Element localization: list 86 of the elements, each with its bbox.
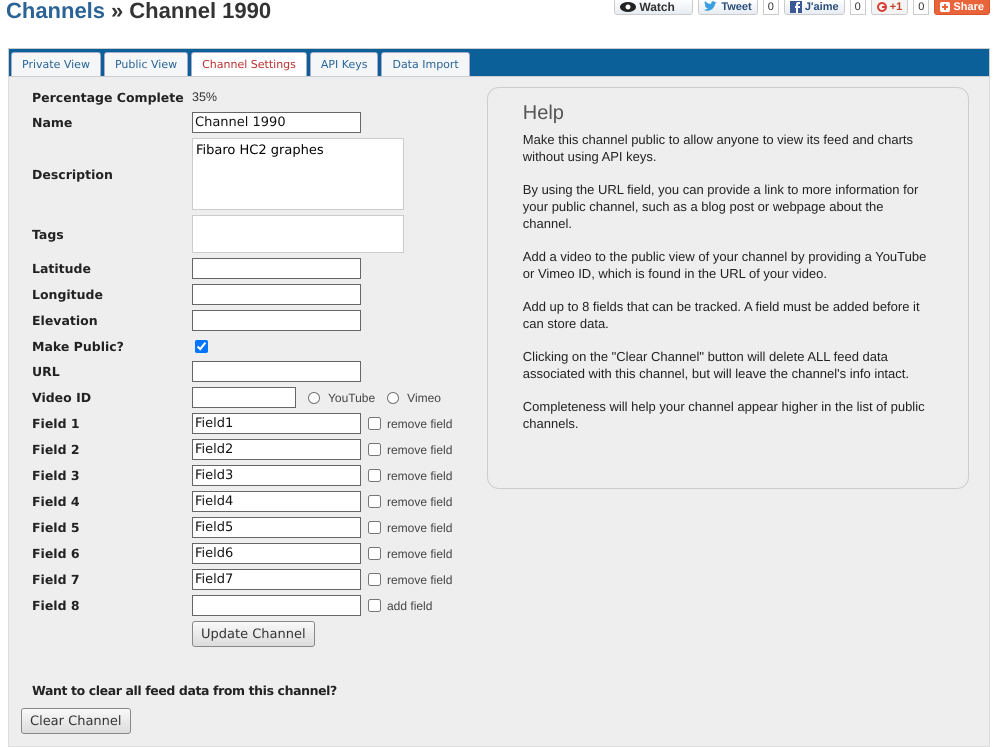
share-count: 0 (762, 0, 779, 15)
radio-button[interactable] (308, 392, 320, 404)
checkbox[interactable] (368, 573, 381, 586)
checkbox-label: remove field (387, 520, 452, 534)
field-label: Field 1 (32, 416, 81, 431)
help-text: Completeness will help your channel appear higher in the list of public channels. (522, 398, 926, 432)
field-label: Field 8 (32, 598, 81, 613)
radio-label: Vimeo (407, 390, 441, 404)
tab[interactable]: API Keys (310, 52, 378, 76)
tags-field[interactable] (192, 215, 404, 253)
field-label: Percentage Complete (32, 90, 185, 104)
checkbox[interactable] (368, 469, 381, 482)
checkbox[interactable] (368, 443, 381, 456)
checkbox-label: remove field (387, 546, 452, 560)
field-label: Field 4 (32, 494, 81, 509)
field-name-input[interactable]: Field6 (192, 543, 361, 564)
checkbox[interactable] (195, 340, 208, 352)
field-name-input[interactable]: Field2 (192, 439, 361, 460)
field-label: Video ID (32, 390, 92, 405)
checkbox-label: add field (387, 598, 432, 612)
update-channel-button[interactable]: Update Channel (192, 621, 315, 647)
page-title: Channel 1990 (129, 0, 272, 24)
video-id-field[interactable] (192, 387, 296, 408)
radio-button[interactable] (387, 392, 400, 404)
help-text: Add up to 8 fields that can be tracked. A field must be added before it can store data. (522, 298, 921, 332)
plus-icon (940, 2, 950, 12)
field-label: Longitude (32, 287, 104, 302)
field-label: Latitude (32, 261, 92, 276)
checkbox[interactable] (368, 417, 381, 430)
checkbox-label: remove field (387, 442, 452, 456)
plusone-button[interactable]: +1 (870, 0, 908, 15)
like-button[interactable]: J'aime (784, 0, 845, 15)
clear-channel-button[interactable]: Clear Channel (21, 708, 131, 734)
percentage-value: 35% (192, 90, 218, 104)
field-label: URL (32, 364, 61, 379)
help-text: Make this channel public to allow anyone to view its feed and charts without using API keys. (522, 131, 914, 165)
help-text: Clicking on the "Clear Channel" button will delete ALL feed data associated with this channel, but will leave the channel's info intact. (522, 348, 910, 382)
share-count: 0 (913, 0, 930, 15)
checkbox-label: remove field (387, 416, 452, 430)
field-name-input[interactable]: Field4 (192, 491, 361, 512)
facebook-icon (790, 0, 802, 12)
field-name-input[interactable]: Field5 (192, 517, 361, 538)
text-field[interactable] (192, 361, 361, 382)
checkbox[interactable] (368, 599, 381, 612)
tab[interactable]: Public View (104, 52, 188, 76)
field-name-input[interactable]: Field1 (192, 413, 361, 434)
tab[interactable]: Data Import (381, 52, 470, 76)
field-label: Field 5 (32, 520, 81, 535)
help-title: Help (522, 102, 565, 125)
field-name-input[interactable]: Field7 (192, 569, 361, 590)
field-label: Field 7 (32, 572, 81, 587)
checkbox-label: remove field (387, 468, 452, 482)
channels-link[interactable]: Channels (6, 0, 106, 24)
breadcrumb-separator: » (111, 0, 124, 24)
field-label: Make Public? (32, 338, 125, 354)
bird-icon (704, 1, 718, 12)
field-label: Description (32, 166, 114, 182)
checkbox[interactable] (368, 495, 381, 508)
field-label: Name (32, 115, 74, 130)
checkbox[interactable] (368, 547, 381, 560)
checkbox-label: remove field (387, 494, 452, 508)
text-field[interactable] (192, 284, 361, 305)
eye-icon (620, 2, 636, 12)
share-count: 0 (850, 0, 866, 15)
field-label: Field 2 (32, 442, 81, 457)
field-name-input[interactable]: Field3 (192, 465, 361, 486)
text-field[interactable] (192, 258, 361, 279)
field-label: Tags (32, 226, 65, 242)
field-name-input[interactable] (192, 595, 361, 616)
help-text: By using the URL field, you can provide a link to more information for your public channel, such as a blog post or webpage about the channel. (522, 181, 920, 232)
text-area[interactable]: Fibaro HC2 graphes (192, 138, 404, 210)
tab[interactable]: Private View (11, 52, 101, 76)
field-label: Field 6 (32, 546, 81, 561)
watch-button[interactable]: Watch (614, 0, 694, 15)
checkbox-label: remove field (387, 572, 452, 586)
radio-label: YouTube (328, 390, 376, 404)
checkbox[interactable] (368, 521, 381, 534)
text-field[interactable]: Channel 1990 (192, 112, 361, 133)
tab[interactable]: Channel Settings (191, 52, 307, 76)
clear-question: Want to clear all feed data from this channel? (32, 683, 338, 698)
google-icon (876, 0, 887, 12)
field-label: Elevation (32, 313, 99, 328)
tweet-button[interactable]: Tweet (698, 0, 758, 15)
help-text: Add a video to the public view of your channel by providing a YouTube or Vimeo ID, which is found in the URL of your video. (522, 248, 928, 282)
text-field[interactable] (192, 310, 361, 331)
field-label: Field 3 (32, 468, 81, 483)
